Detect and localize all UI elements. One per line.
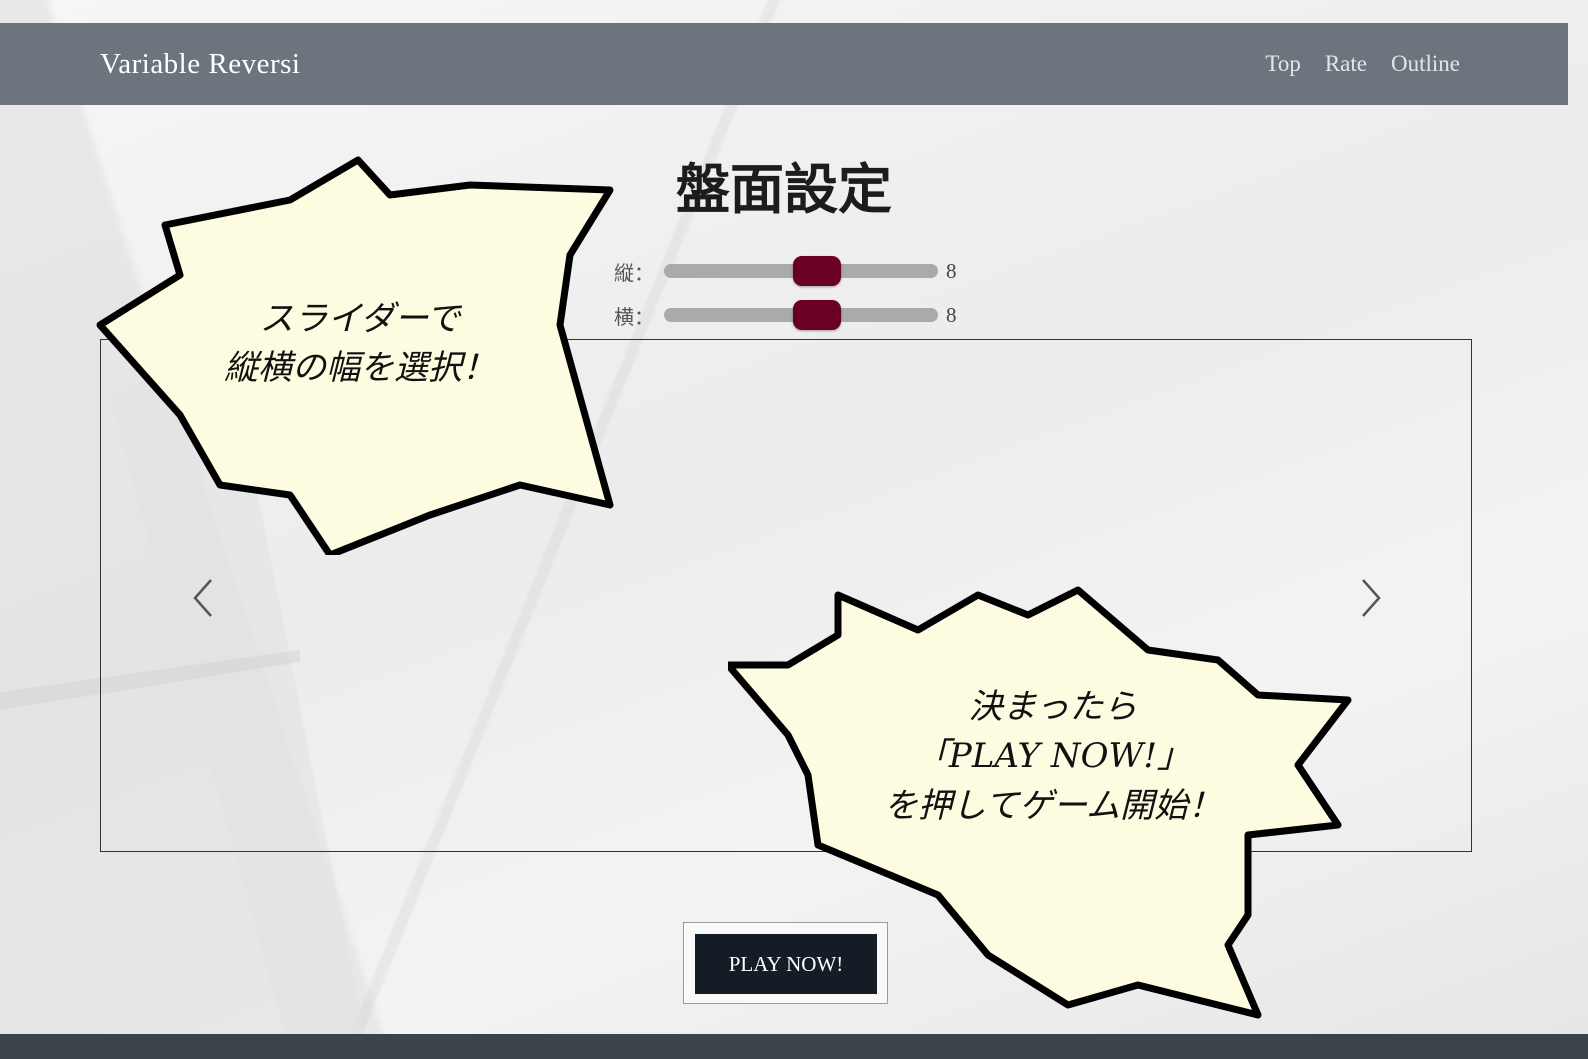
width-slider-value: 8 [946, 302, 957, 327]
navbar: Variable Reversi Top Rate Outline [0, 23, 1568, 105]
bubble-line: スライダーで [259, 299, 461, 339]
bubble-text: 決まったら 「PLAY NOW!」 を押してゲーム開始！ [838, 683, 1268, 831]
bubble-text: スライダーで 縦横の幅を選択！ [200, 295, 520, 394]
brand-link[interactable]: Variable Reversi [100, 48, 300, 81]
bubble-line: 縦横の幅を選択！ [224, 348, 496, 389]
height-slider-row: 縦： 8 [614, 256, 957, 286]
height-slider-label: 縦： [614, 260, 654, 285]
width-slider[interactable] [664, 300, 938, 330]
bubble-line: を押してゲーム開始！ [884, 785, 1222, 826]
footer-bar [0, 1034, 1588, 1059]
height-slider-value: 8 [946, 258, 957, 283]
speech-bubble-slider-hint: スライダーで 縦横の幅を選択！ [90, 155, 615, 555]
nav-links: Top Rate Outline [1265, 51, 1460, 77]
width-slider-label: 横： [614, 304, 654, 329]
height-slider[interactable] [664, 256, 938, 286]
carousel-prev-button[interactable] [189, 576, 219, 620]
height-slider-thumb[interactable] [792, 256, 841, 286]
nav-link-rate[interactable]: Rate [1325, 51, 1367, 77]
chevron-left-icon [193, 579, 212, 617]
nav-link-outline[interactable]: Outline [1391, 51, 1460, 77]
bubble-line: 決まったら [968, 687, 1138, 727]
play-now-button[interactable]: PLAY NOW! [695, 934, 877, 994]
width-slider-thumb[interactable] [792, 300, 841, 330]
width-slider-row: 横： 8 [614, 300, 957, 330]
bubble-line: 「PLAY NOW!」 [914, 736, 1192, 777]
play-button-frame: PLAY NOW! [683, 922, 888, 1004]
nav-link-top[interactable]: Top [1265, 51, 1300, 77]
